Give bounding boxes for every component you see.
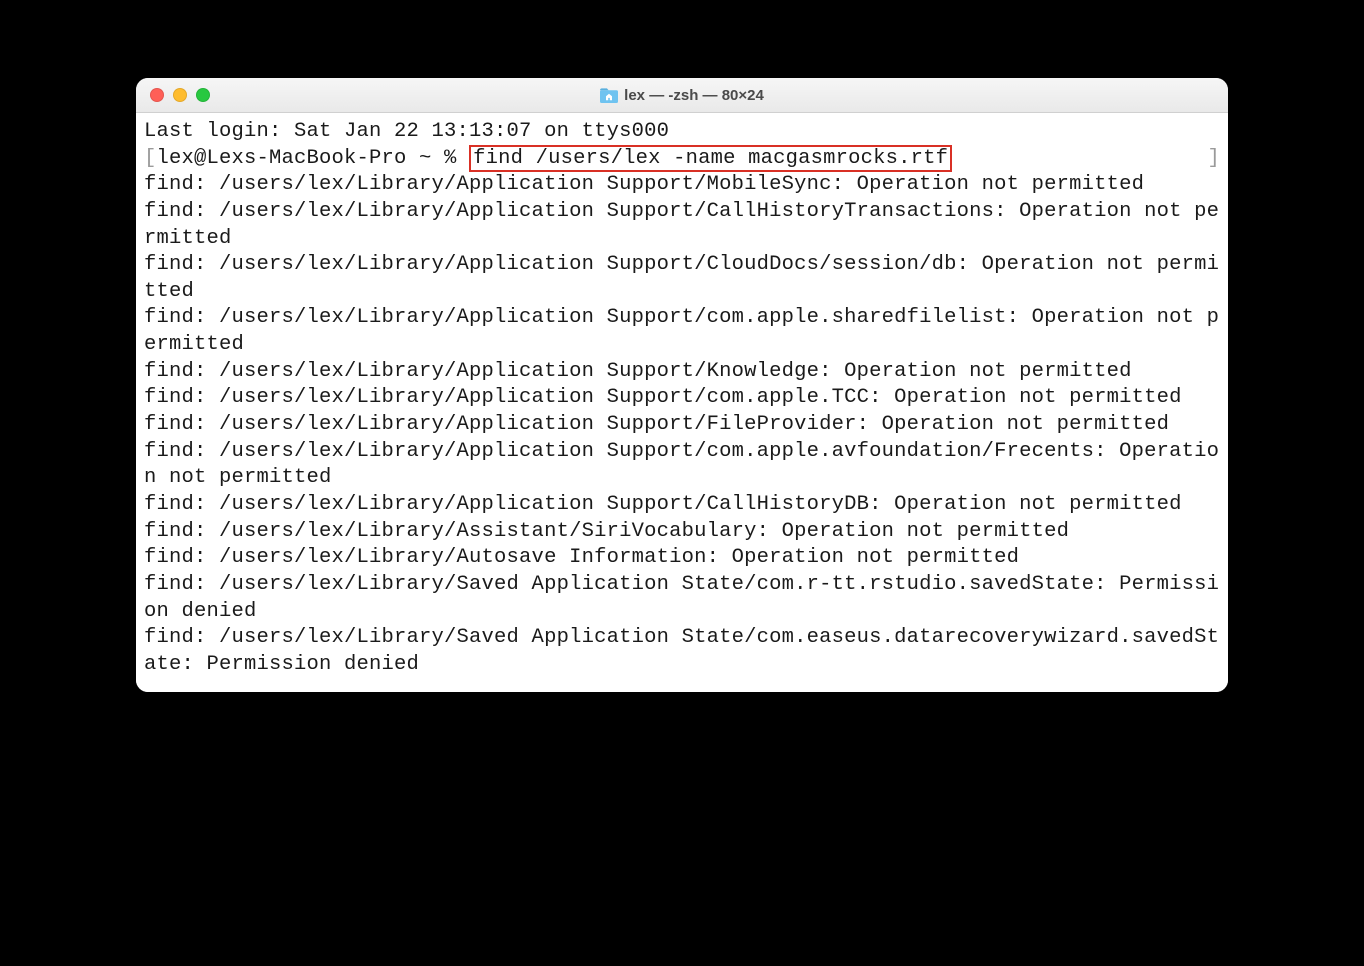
close-button[interactable] [150, 88, 164, 102]
minimize-button[interactable] [173, 88, 187, 102]
prompt-line: [lex@Lexs-MacBook-Pro ~ % find /users/le… [144, 145, 952, 172]
output-line: find: /users/lex/Library/Application Sup… [144, 439, 1220, 492]
terminal-window: lex — -zsh — 80×24 Last login: Sat Jan 2… [136, 78, 1228, 692]
output-line: find: /users/lex/Library/Application Sup… [144, 385, 1220, 412]
terminal-output: find: /users/lex/Library/Application Sup… [144, 172, 1220, 678]
zoom-button[interactable] [196, 88, 210, 102]
command-highlight: find /users/lex -name macgasmrocks.rtf [469, 145, 952, 172]
output-line: find: /users/lex/Library/Saved Applicati… [144, 625, 1220, 678]
bracket-close: ] [1207, 146, 1220, 173]
output-line: find: /users/lex/Library/Application Sup… [144, 412, 1220, 439]
output-line: find: /users/lex/Library/Application Sup… [144, 199, 1220, 252]
output-line: find: /users/lex/Library/Application Sup… [144, 359, 1220, 386]
output-line: find: /users/lex/Library/Application Sup… [144, 252, 1220, 305]
output-line: find: /users/lex/Library/Saved Applicati… [144, 572, 1220, 625]
window-title-text: lex — -zsh — 80×24 [624, 87, 764, 104]
shell-prompt: lex@Lexs-MacBook-Pro ~ % [157, 147, 470, 170]
output-line: find: /users/lex/Library/Assistant/SiriV… [144, 519, 1220, 546]
last-login-line: Last login: Sat Jan 22 13:13:07 on ttys0… [144, 119, 1220, 146]
home-folder-icon [600, 88, 618, 103]
traffic-lights [150, 88, 210, 102]
window-title: lex — -zsh — 80×24 [136, 87, 1228, 104]
output-line: find: /users/lex/Library/Application Sup… [144, 172, 1220, 199]
window-titlebar[interactable]: lex — -zsh — 80×24 [136, 78, 1228, 113]
bracket-open: [ [144, 147, 157, 170]
output-line: find: /users/lex/Library/Autosave Inform… [144, 545, 1220, 572]
terminal-content[interactable]: Last login: Sat Jan 22 13:13:07 on ttys0… [136, 113, 1228, 692]
output-line: find: /users/lex/Library/Application Sup… [144, 492, 1220, 519]
output-line: find: /users/lex/Library/Application Sup… [144, 305, 1220, 358]
